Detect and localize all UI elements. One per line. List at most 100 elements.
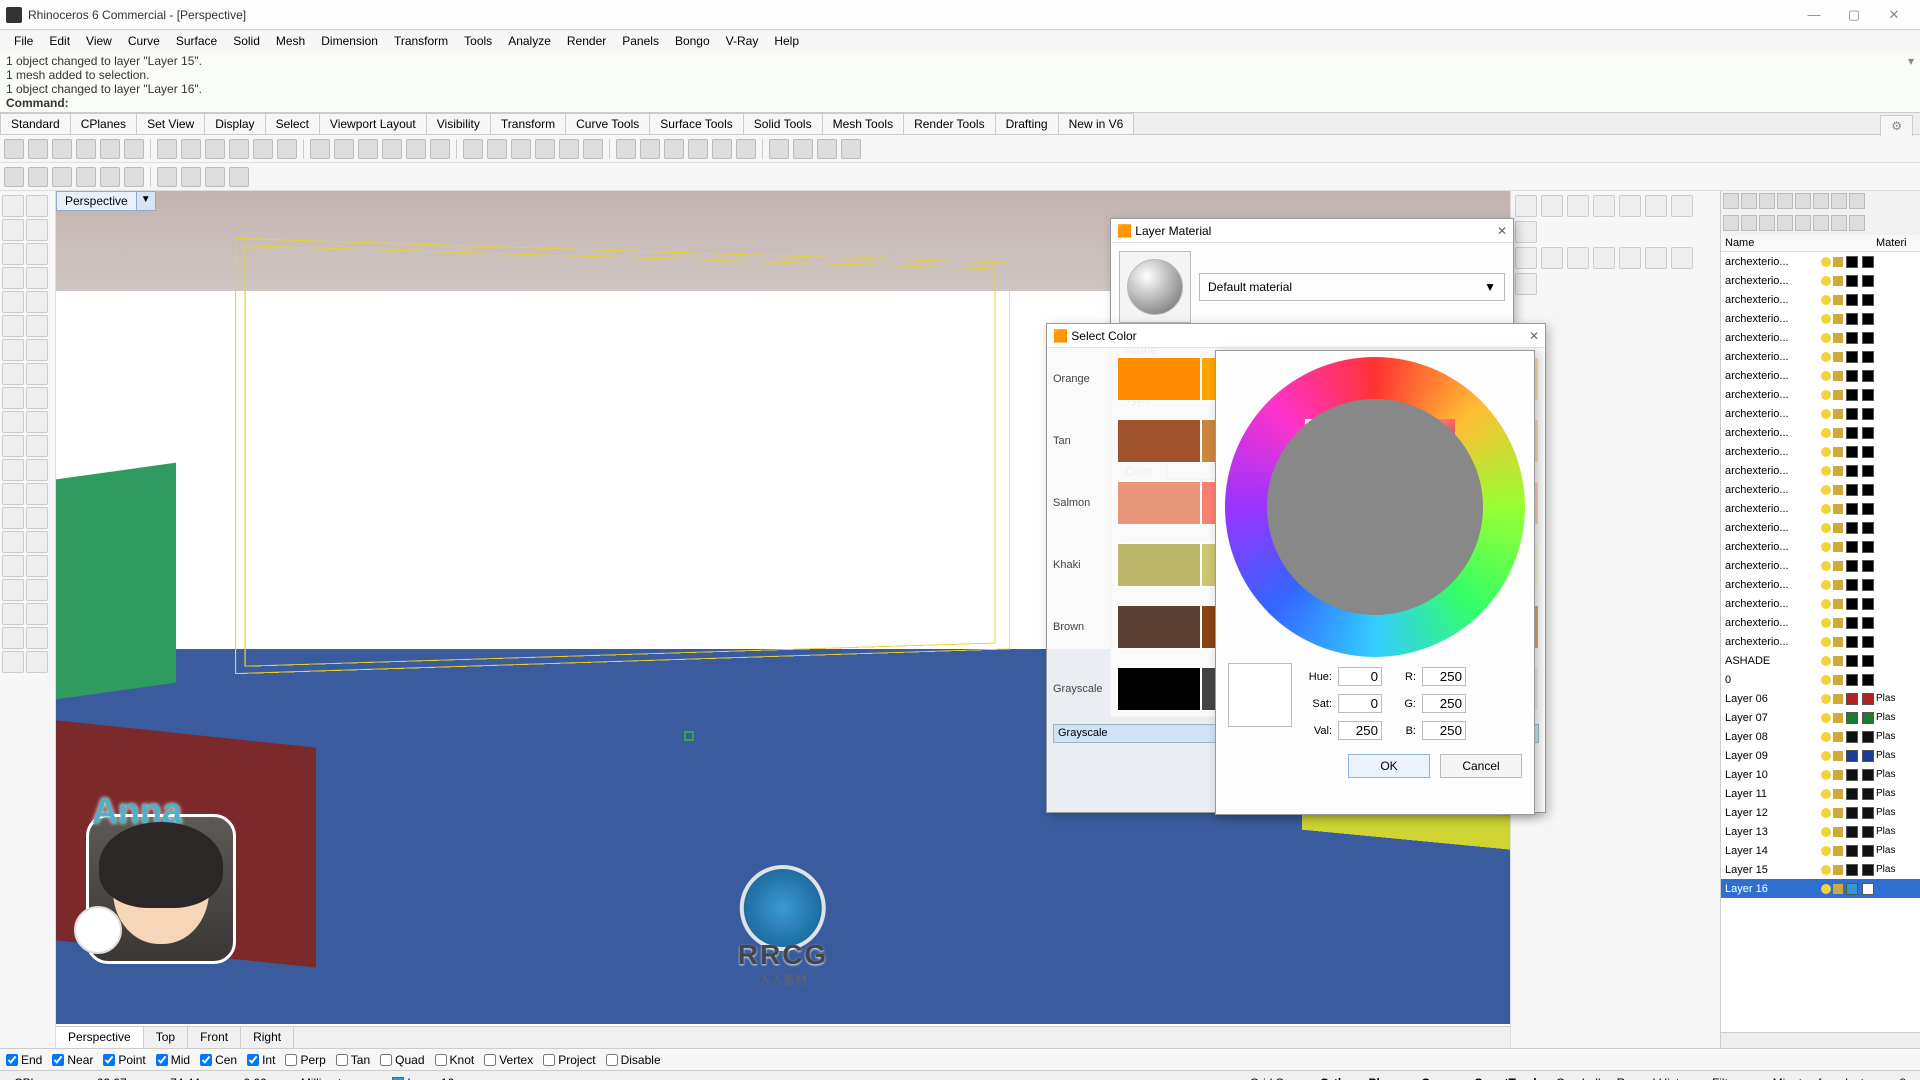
visibility-icon[interactable]	[1821, 789, 1831, 799]
tool-icon[interactable]	[736, 139, 756, 159]
osnap-cen[interactable]: Cen	[200, 1053, 237, 1067]
menu-curve[interactable]: Curve	[120, 34, 168, 48]
tool-icon[interactable]	[2, 627, 24, 649]
layer-row[interactable]: archexterio...	[1721, 271, 1920, 290]
visibility-icon[interactable]	[1821, 257, 1831, 267]
layer-mat-swatch[interactable]	[1862, 465, 1874, 477]
lock-icon[interactable]	[1833, 276, 1843, 286]
layer-tool-icon[interactable]	[1723, 215, 1739, 231]
status-toggle-filter[interactable]: Filter	[1704, 1076, 1747, 1080]
tool-icon[interactable]	[1541, 195, 1563, 217]
osnap-disable[interactable]: Disable	[606, 1053, 661, 1067]
visibility-icon[interactable]	[1821, 276, 1831, 286]
layer-material[interactable]: Plas	[1876, 845, 1916, 856]
tool-icon[interactable]	[793, 139, 813, 159]
tool-icon[interactable]	[229, 139, 249, 159]
lock-icon[interactable]	[1833, 428, 1843, 438]
visibility-icon[interactable]	[1821, 428, 1831, 438]
tool-icon[interactable]	[26, 219, 48, 241]
osnap-project[interactable]: Project	[543, 1053, 595, 1067]
layer-mat-swatch[interactable]	[1862, 617, 1874, 629]
layer-mat-swatch[interactable]	[1862, 845, 1874, 857]
layer-material[interactable]: Plas	[1876, 712, 1916, 723]
layer-row[interactable]: Layer 14Plas	[1721, 841, 1920, 860]
layers-hscroll[interactable]	[1721, 1032, 1920, 1048]
view-tab-top[interactable]: Top	[144, 1027, 188, 1048]
layer-row[interactable]: archexterio...	[1721, 328, 1920, 347]
layer-row[interactable]: archexterio...	[1721, 347, 1920, 366]
lock-icon[interactable]	[1833, 789, 1843, 799]
status-units[interactable]: Millimeters	[293, 1076, 366, 1080]
tool-icon[interactable]	[640, 139, 660, 159]
visibility-icon[interactable]	[1821, 580, 1831, 590]
visibility-icon[interactable]	[1821, 751, 1831, 761]
layer-color-swatch[interactable]	[1846, 731, 1858, 743]
layer-color-swatch[interactable]	[1846, 864, 1858, 876]
osnap-int[interactable]: Int	[247, 1053, 275, 1067]
tool-icon[interactable]	[4, 167, 24, 187]
tool-icon[interactable]	[1593, 195, 1615, 217]
visibility-icon[interactable]	[1821, 827, 1831, 837]
lock-icon[interactable]	[1833, 694, 1843, 704]
layer-mat-swatch[interactable]	[1862, 807, 1874, 819]
material-dropdown[interactable]: Default material▼	[1199, 273, 1505, 301]
lock-icon[interactable]	[1833, 371, 1843, 381]
layer-color-swatch[interactable]	[1846, 750, 1858, 762]
menu-v-ray[interactable]: V-Ray	[718, 34, 767, 48]
visibility-icon[interactable]	[1821, 656, 1831, 666]
layer-tool-icon[interactable]	[1849, 215, 1865, 231]
menu-tools[interactable]: Tools	[456, 34, 500, 48]
lock-icon[interactable]	[1833, 485, 1843, 495]
tool-icon[interactable]	[1619, 195, 1641, 217]
tool-icon[interactable]	[76, 139, 96, 159]
layer-color-swatch[interactable]	[1846, 598, 1858, 610]
layers-col-material[interactable]: Materi	[1872, 235, 1920, 251]
layer-mat-swatch[interactable]	[1862, 294, 1874, 306]
visibility-icon[interactable]	[1821, 542, 1831, 552]
lock-icon[interactable]	[1833, 504, 1843, 514]
layer-row[interactable]: Layer 07Plas	[1721, 708, 1920, 727]
tool-icon[interactable]	[157, 167, 177, 187]
tool-icon[interactable]	[2, 291, 24, 313]
tool-icon[interactable]	[26, 243, 48, 265]
tool-icon[interactable]	[2, 411, 24, 433]
tool-icon[interactable]	[1567, 247, 1589, 269]
layer-material[interactable]: Plas	[1876, 731, 1916, 742]
lock-icon[interactable]	[1833, 713, 1843, 723]
layer-row[interactable]: ASHADE	[1721, 651, 1920, 670]
layer-material[interactable]: Plas	[1876, 788, 1916, 799]
view-tab-right[interactable]: Right	[241, 1027, 294, 1048]
tool-icon[interactable]	[1593, 247, 1615, 269]
layer-row[interactable]: Layer 08Plas	[1721, 727, 1920, 746]
tool-icon[interactable]	[1671, 195, 1693, 217]
layer-mat-swatch[interactable]	[1862, 636, 1874, 648]
layer-row[interactable]: archexterio...	[1721, 404, 1920, 423]
maximize-button[interactable]: ▢	[1834, 7, 1874, 23]
lock-icon[interactable]	[1833, 884, 1843, 894]
layer-color-swatch[interactable]	[1846, 674, 1858, 686]
minimize-button[interactable]: —	[1794, 7, 1834, 22]
layer-row[interactable]: archexterio...	[1721, 518, 1920, 537]
menu-mesh[interactable]: Mesh	[268, 34, 313, 48]
layer-tool-icon[interactable]	[1723, 193, 1739, 209]
osnap-quad[interactable]: Quad	[380, 1053, 424, 1067]
tool-icon[interactable]	[1515, 273, 1537, 295]
color-swatch[interactable]	[1117, 605, 1201, 649]
tool-icon[interactable]	[1515, 247, 1537, 269]
layer-color-swatch[interactable]	[1846, 408, 1858, 420]
layer-row[interactable]: archexterio...	[1721, 290, 1920, 309]
tooltab[interactable]: Standard	[0, 113, 71, 134]
layer-color-swatch[interactable]	[1846, 579, 1858, 591]
layer-color-swatch[interactable]	[1846, 826, 1858, 838]
layers-col-name[interactable]: Name	[1721, 235, 1872, 251]
tooltab[interactable]: Viewport Layout	[319, 113, 427, 134]
tooltab[interactable]: Visibility	[426, 113, 491, 134]
command-prompt[interactable]: Command:	[6, 96, 69, 110]
tool-icon[interactable]	[511, 139, 531, 159]
layer-row[interactable]: Layer 06Plas	[1721, 689, 1920, 708]
layer-row[interactable]: archexterio...	[1721, 385, 1920, 404]
lock-icon[interactable]	[1833, 865, 1843, 875]
viewport-tab[interactable]: Perspective ▼	[56, 191, 156, 211]
visibility-icon[interactable]	[1821, 390, 1831, 400]
tooltab[interactable]: Set View	[136, 113, 205, 134]
